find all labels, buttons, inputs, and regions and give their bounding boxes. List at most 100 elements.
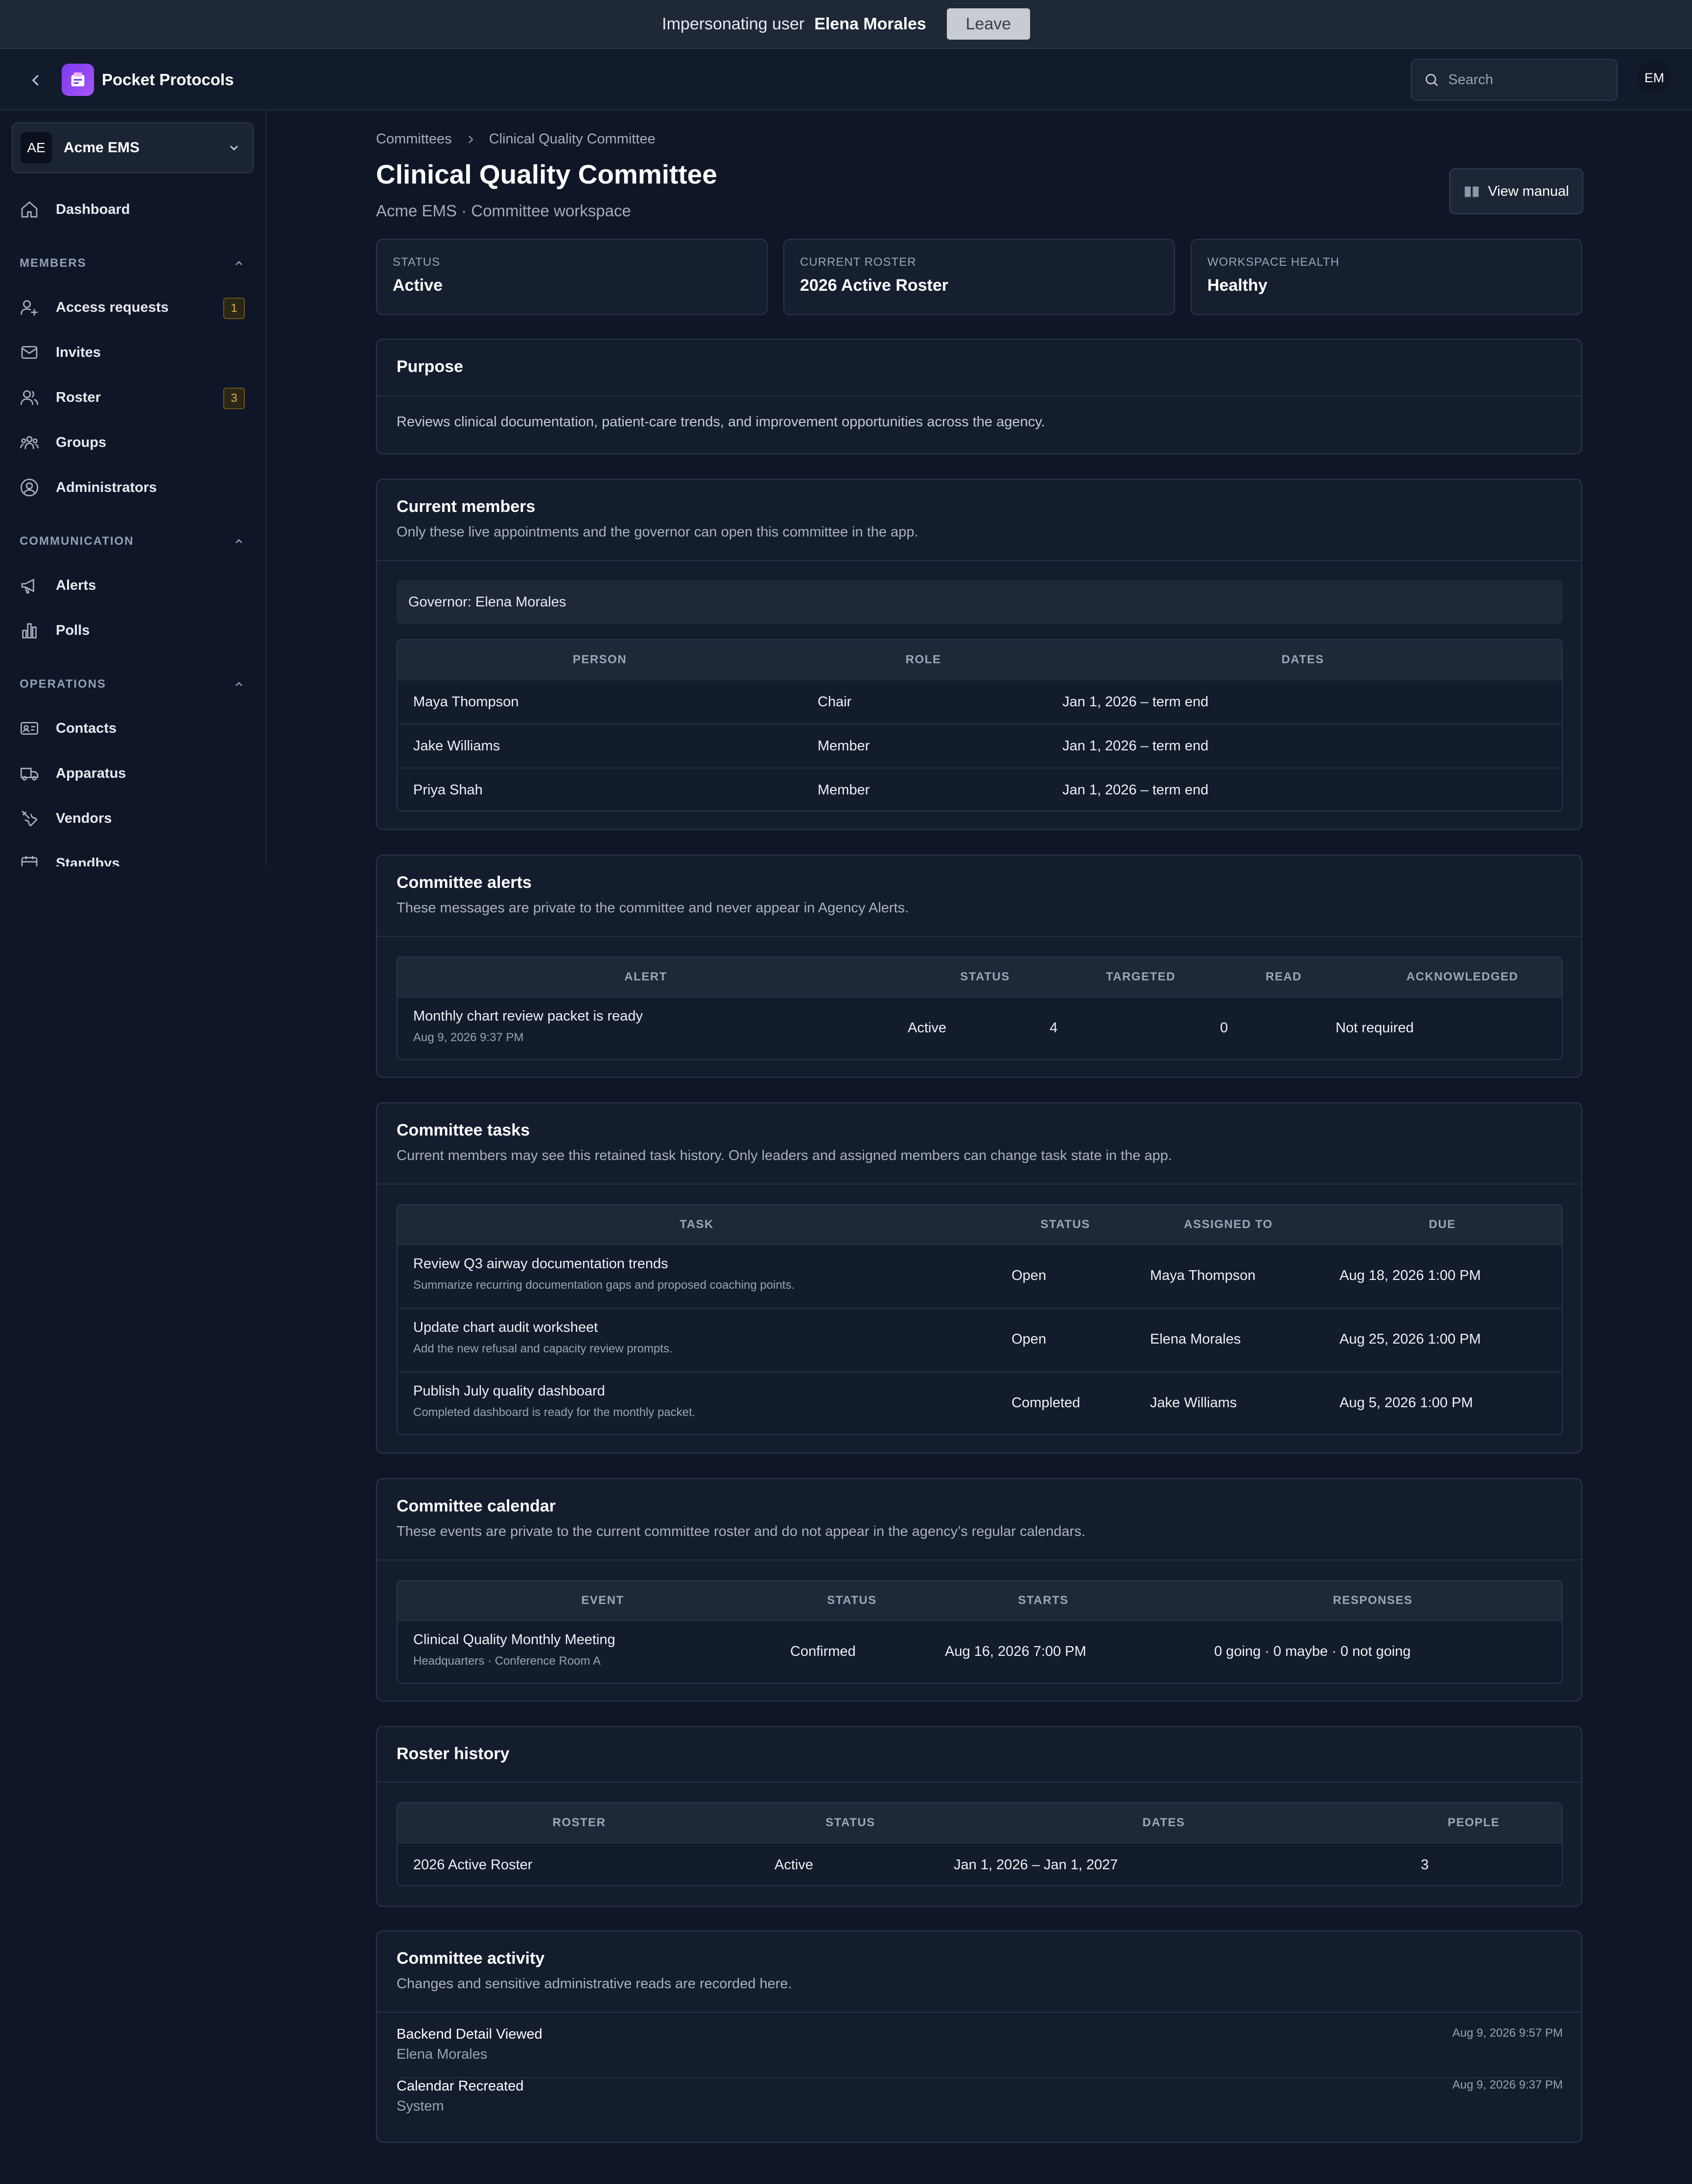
sidebar-item-administrators[interactable]: Administrators (20, 473, 245, 502)
sidebar-item-alerts[interactable]: Alerts (20, 571, 245, 600)
status-cell: Active (775, 1857, 813, 1873)
organization-switcher[interactable]: AE Acme EMS (12, 122, 254, 173)
top-navigation: Pocket Protocols (0, 49, 1692, 111)
sidebar-item-polls[interactable]: Polls (20, 616, 245, 645)
targeted-cell: 4 (1050, 1020, 1058, 1036)
user-plus-icon (21, 300, 38, 316)
sidebar-item-label: Apparatus (56, 765, 126, 781)
leave-button[interactable]: Leave (946, 8, 1030, 40)
view-manual-button[interactable]: View manual (1449, 168, 1583, 214)
sidebar-item-label: Contacts (56, 720, 117, 736)
stat-card-status: STATUS Active (376, 239, 768, 315)
user-avatar[interactable]: EM (1637, 61, 1671, 95)
sidebar-item-roster[interactable]: Roster 3 (20, 383, 245, 412)
megaphone-icon (21, 579, 34, 594)
table-row[interactable]: Maya Thompson Chair Jan 1, 2026 – term e… (398, 679, 1562, 723)
section-label: MEMBERS (20, 256, 87, 270)
role-cell: Chair (818, 694, 852, 710)
tools-icon (22, 811, 38, 827)
role-cell: Member (818, 782, 870, 798)
read-cell: 0 (1220, 1020, 1228, 1036)
table-row[interactable]: Review Q3 airway documentation trends Su… (398, 1244, 1562, 1308)
table-row[interactable]: Publish July quality dashboard Completed… (398, 1371, 1562, 1434)
chevron-up-icon (235, 682, 242, 686)
users-icon (21, 390, 38, 405)
table-row[interactable]: Clinical Quality Monthly Meeting Headqua… (398, 1620, 1562, 1683)
section-operations[interactable]: OPERATIONS (20, 677, 245, 691)
table-row[interactable]: Update chart audit worksheet Add the new… (398, 1308, 1562, 1371)
column-header: TARGETED (1105, 970, 1176, 983)
committee-calendar-card: Committee calendar These events are priv… (376, 1478, 1582, 1701)
sidebar-item-label: Polls (56, 622, 90, 638)
sidebar-item-apparatus[interactable]: Apparatus (20, 759, 245, 788)
sidebar-item-access-requests[interactable]: Access requests 1 (20, 293, 245, 322)
sidebar-item-dashboard[interactable]: Dashboard (20, 195, 245, 224)
chevron-right-icon (468, 135, 473, 143)
event-location-cell: Headquarters · Conference Room A (413, 1654, 601, 1668)
card-description: These events are private to the current … (397, 1524, 1085, 1539)
sidebar-item-contacts[interactable]: Contacts (20, 714, 245, 743)
sidebar-item-label: Administrators (56, 479, 157, 495)
column-header: ACKNOWLEDGED (1406, 970, 1519, 983)
search-box[interactable] (1411, 59, 1618, 101)
section-label: COMMUNICATION (20, 534, 134, 548)
back-arrow-icon[interactable] (24, 69, 48, 92)
person-cell: Maya Thompson (413, 694, 519, 710)
people-cell: 3 (1421, 1857, 1429, 1873)
status-cell: Active (908, 1020, 946, 1036)
section-communication[interactable]: COMMUNICATION (20, 534, 245, 548)
table-row[interactable]: 2026 Active Roster Active Jan 1, 2026 – … (398, 1842, 1562, 1885)
sidebar-item-vendors[interactable]: Vendors (20, 804, 245, 833)
section-members[interactable]: MEMBERS (20, 256, 245, 270)
sidebar-item-groups[interactable]: Groups (20, 428, 245, 457)
assigned-cell: Maya Thompson (1150, 1268, 1256, 1283)
card-title: Committee tasks (397, 1121, 530, 1139)
table-row[interactable]: Priya Shah Member Jan 1, 2026 – term end (398, 767, 1562, 811)
task-title-cell: Review Q3 airway documentation trends (413, 1256, 668, 1272)
sidebar-item-standbys[interactable]: Standbys (20, 849, 245, 866)
column-header: ROSTER (552, 1816, 606, 1829)
roster-history-card: Roster history ROSTER STATUS DATES PEOPL… (376, 1726, 1582, 1907)
committee-alerts-card: Committee alerts These messages are priv… (376, 855, 1582, 1078)
page-subtitle: Acme EMS · Committee workspace (376, 202, 631, 220)
stat-value: Active (393, 276, 443, 295)
sidebar-item-label: Groups (56, 434, 107, 450)
card-description: These messages are private to the commit… (397, 900, 909, 916)
current-members-card: Current members Only these live appointm… (376, 479, 1582, 830)
calendar-icon (21, 856, 38, 866)
alerts-table: ALERT STATUS TARGETED READ ACKNOWLEDGED … (397, 956, 1563, 1060)
card-description: Current members may see this retained ta… (397, 1148, 1172, 1163)
home-icon (21, 201, 38, 218)
task-title-cell: Update chart audit worksheet (413, 1320, 598, 1335)
search-icon (1426, 74, 1438, 86)
dates-cell: Jan 1, 2026 – term end (1062, 738, 1209, 754)
stat-label: WORKSPACE HEALTH (1207, 256, 1340, 269)
column-header: STARTS (1018, 1594, 1069, 1607)
table-header: ALERT STATUS TARGETED READ ACKNOWLEDGED (398, 957, 1562, 997)
column-header: DATES (1142, 1816, 1185, 1829)
activity-action: Calendar Recreated (397, 2078, 524, 2094)
activity-time: Aug 9, 2026 9:37 PM (1452, 2078, 1563, 2091)
id-card-icon (21, 722, 38, 735)
sidebar-item-invites[interactable]: Invites (20, 338, 245, 367)
card-title: Current members (397, 497, 536, 516)
column-header: STATUS (827, 1594, 877, 1607)
search-input[interactable] (1448, 71, 1595, 88)
sidebar-item-label: Invites (56, 344, 101, 360)
dates-cell: Jan 1, 2026 – term end (1062, 782, 1209, 798)
sidebar-item-label: Access requests (56, 299, 169, 315)
card-header: Roster history (377, 1727, 1581, 1783)
card-header: Committee tasks Current members may see … (377, 1103, 1581, 1185)
table-row[interactable]: Monthly chart review packet is ready Aug… (398, 997, 1562, 1059)
table-row[interactable]: Jake Williams Member Jan 1, 2026 – term … (398, 723, 1562, 767)
book-icon (1465, 186, 1479, 197)
column-header: DUE (1429, 1218, 1456, 1231)
breadcrumb-committees[interactable]: Committees (376, 131, 452, 147)
column-header: ALERT (624, 970, 667, 983)
starts-cell: Aug 16, 2026 7:00 PM (945, 1644, 1086, 1659)
purpose-text: Reviews clinical documentation, patient-… (397, 414, 1045, 430)
dates-cell: Jan 1, 2026 – term end (1062, 694, 1209, 710)
user-circle-icon (21, 479, 38, 496)
person-cell: Jake Williams (413, 738, 500, 754)
app-logo (62, 64, 94, 96)
